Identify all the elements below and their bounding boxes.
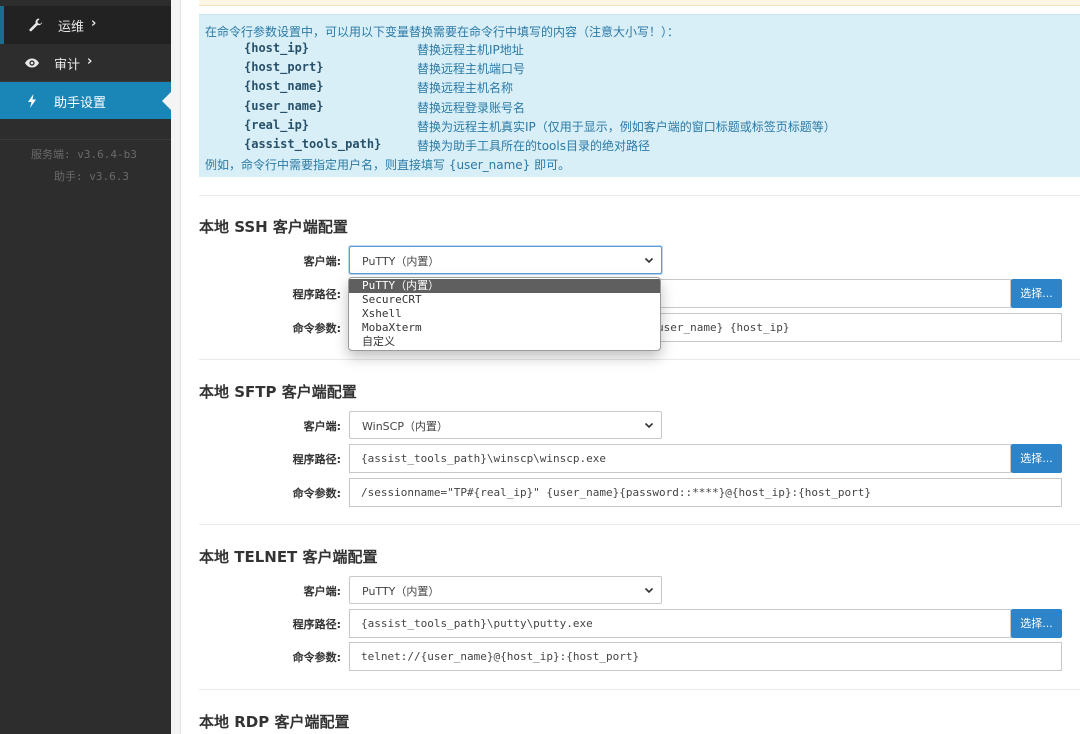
path-label: 程序路径: [292,288,341,301]
client-label: 客户端: [303,420,341,433]
sftp-client-value: WinSCP（内置） [362,420,448,433]
server-version: 服务端: v3.6.4-b3 [31,148,137,161]
sftp-path-value: {assist_tools_path}\winscp\winscp.exe [361,452,607,465]
dropdown-option-custom[interactable]: 自定义 [349,335,660,349]
telnet-args-value: telnet://{user_name}@{host_ip}:{host_por… [361,650,640,663]
path-label: 程序路径: [292,453,341,466]
wrench-icon [28,17,44,33]
variable-name: {host_port} [244,60,324,74]
variable-name: {host_name} [244,79,324,93]
chevron-down-icon [644,255,654,265]
divider [199,195,1080,196]
path-label: 程序路径: [292,618,341,631]
telnet-client-value: PuTTY（内置） [362,585,440,598]
ssh-client-select[interactable]: PuTTY（内置） [349,246,662,274]
variable-name: {host_ip} [244,41,310,55]
divider [199,359,1080,360]
variable-name: {real_ip} [244,118,310,132]
ssh-args-value: user_name} {host_ip} [657,321,790,334]
sftp-browse-button[interactable]: 选择... [1011,444,1062,473]
variable-desc: 替换远程主机IP地址 [417,43,524,57]
client-label: 客户端: [303,255,341,268]
variable-desc: 替换远程主机端口号 [417,62,526,76]
warning-strip [199,0,1080,6]
dropdown-option-securecrt[interactable]: SecureCRT [349,293,660,307]
dropdown-option-putty[interactable]: PuTTY（内置） [349,279,660,293]
variable-name: {user_name} [244,99,324,113]
telnet-path-input[interactable]: {assist_tools_path}\putty\putty.exe [349,609,1011,638]
dropdown-option-xshell[interactable]: Xshell [349,307,660,321]
variable-desc: 替换为助手工具所在的tools目录的绝对路径 [417,139,650,153]
sidebar-item-ops[interactable]: 运维 › [0,6,171,44]
main-content: 在命令行参数设置中，可以用以下变量替换需要在命令行中填写的内容（注意大小写！）：… [180,0,1080,734]
sidebar-item-label: 审计 [54,58,81,73]
client-label: 客户端: [303,585,341,598]
args-label: 命令参数: [292,651,341,664]
chevron-right-icon: › [87,54,93,69]
telnet-section-title: 本地 TELNET 客户端配置 [199,548,378,566]
telnet-args-input[interactable]: telnet://{user_name}@{host_ip}:{host_por… [349,642,1062,671]
sftp-args-input[interactable]: /sessionname="TP#{real_ip}" {user_name}{… [349,478,1062,507]
ssh-client-dropdown-list: PuTTY（内置） SecureCRT Xshell MobaXterm 自定义 [348,277,661,351]
divider [199,689,1080,690]
ssh-section-title: 本地 SSH 客户端配置 [199,218,348,236]
chevron-down-icon [644,420,654,430]
chevron-right-icon: › [91,16,97,31]
chevron-down-icon [644,585,654,595]
sftp-client-select[interactable]: WinSCP（内置） [349,411,662,439]
variable-name: {assist_tools_path} [244,137,382,151]
dropdown-option-mobaxterm[interactable]: MobaXterm [349,321,660,335]
variables-info-box: 在命令行参数设置中，可以用以下变量替换需要在命令行中填写的内容（注意大小写！）：… [199,14,1080,177]
divider [0,139,171,140]
sidebar-item-audit[interactable]: 审计 › [0,44,171,82]
ssh-browse-button[interactable]: 选择... [1011,279,1062,308]
variable-desc: 替换远程登录账号名 [417,101,526,115]
rdp-section-title: 本地 RDP 客户端配置 [199,713,350,731]
sidebar-item-label: 助手设置 [54,96,107,111]
ssh-client-value: PuTTY（内置） [362,255,440,268]
args-label: 命令参数: [292,322,341,335]
telnet-client-select[interactable]: PuTTY（内置） [349,576,662,604]
assistant-version: 助手: v3.6.3 [54,170,129,183]
telnet-path-value: {assist_tools_path}\putty\putty.exe [361,617,593,630]
variable-desc: 替换为远程主机真实IP（仅用于显示，例如客户端的窗口标题或标签页标题等） [417,120,836,134]
args-label: 命令参数: [292,487,341,500]
sftp-path-input[interactable]: {assist_tools_path}\winscp\winscp.exe [349,444,1011,473]
sidebar-item-label: 运维 [58,20,85,35]
info-intro: 在命令行参数设置中，可以用以下变量替换需要在命令行中填写的内容（注意大小写！）： [205,25,680,39]
divider [199,524,1080,525]
bolt-icon [24,93,40,109]
eye-icon [24,55,40,71]
info-example: 例如，命令行中需要指定用户名，则直接填写 {user_name} 即可。 [205,158,571,172]
sidebar: 运维 › 审计 › 助手设置 服务端: v3.6.4-b3 助手: v3.6.3 [0,0,171,734]
sftp-args-value: /sessionname="TP#{real_ip}" {user_name}{… [361,486,871,499]
sidebar-item-assistant-settings[interactable]: 助手设置 [0,82,171,119]
sftp-section-title: 本地 SFTP 客户端配置 [199,383,357,401]
variable-desc: 替换远程主机名称 [417,81,514,95]
telnet-browse-button[interactable]: 选择... [1011,609,1062,638]
